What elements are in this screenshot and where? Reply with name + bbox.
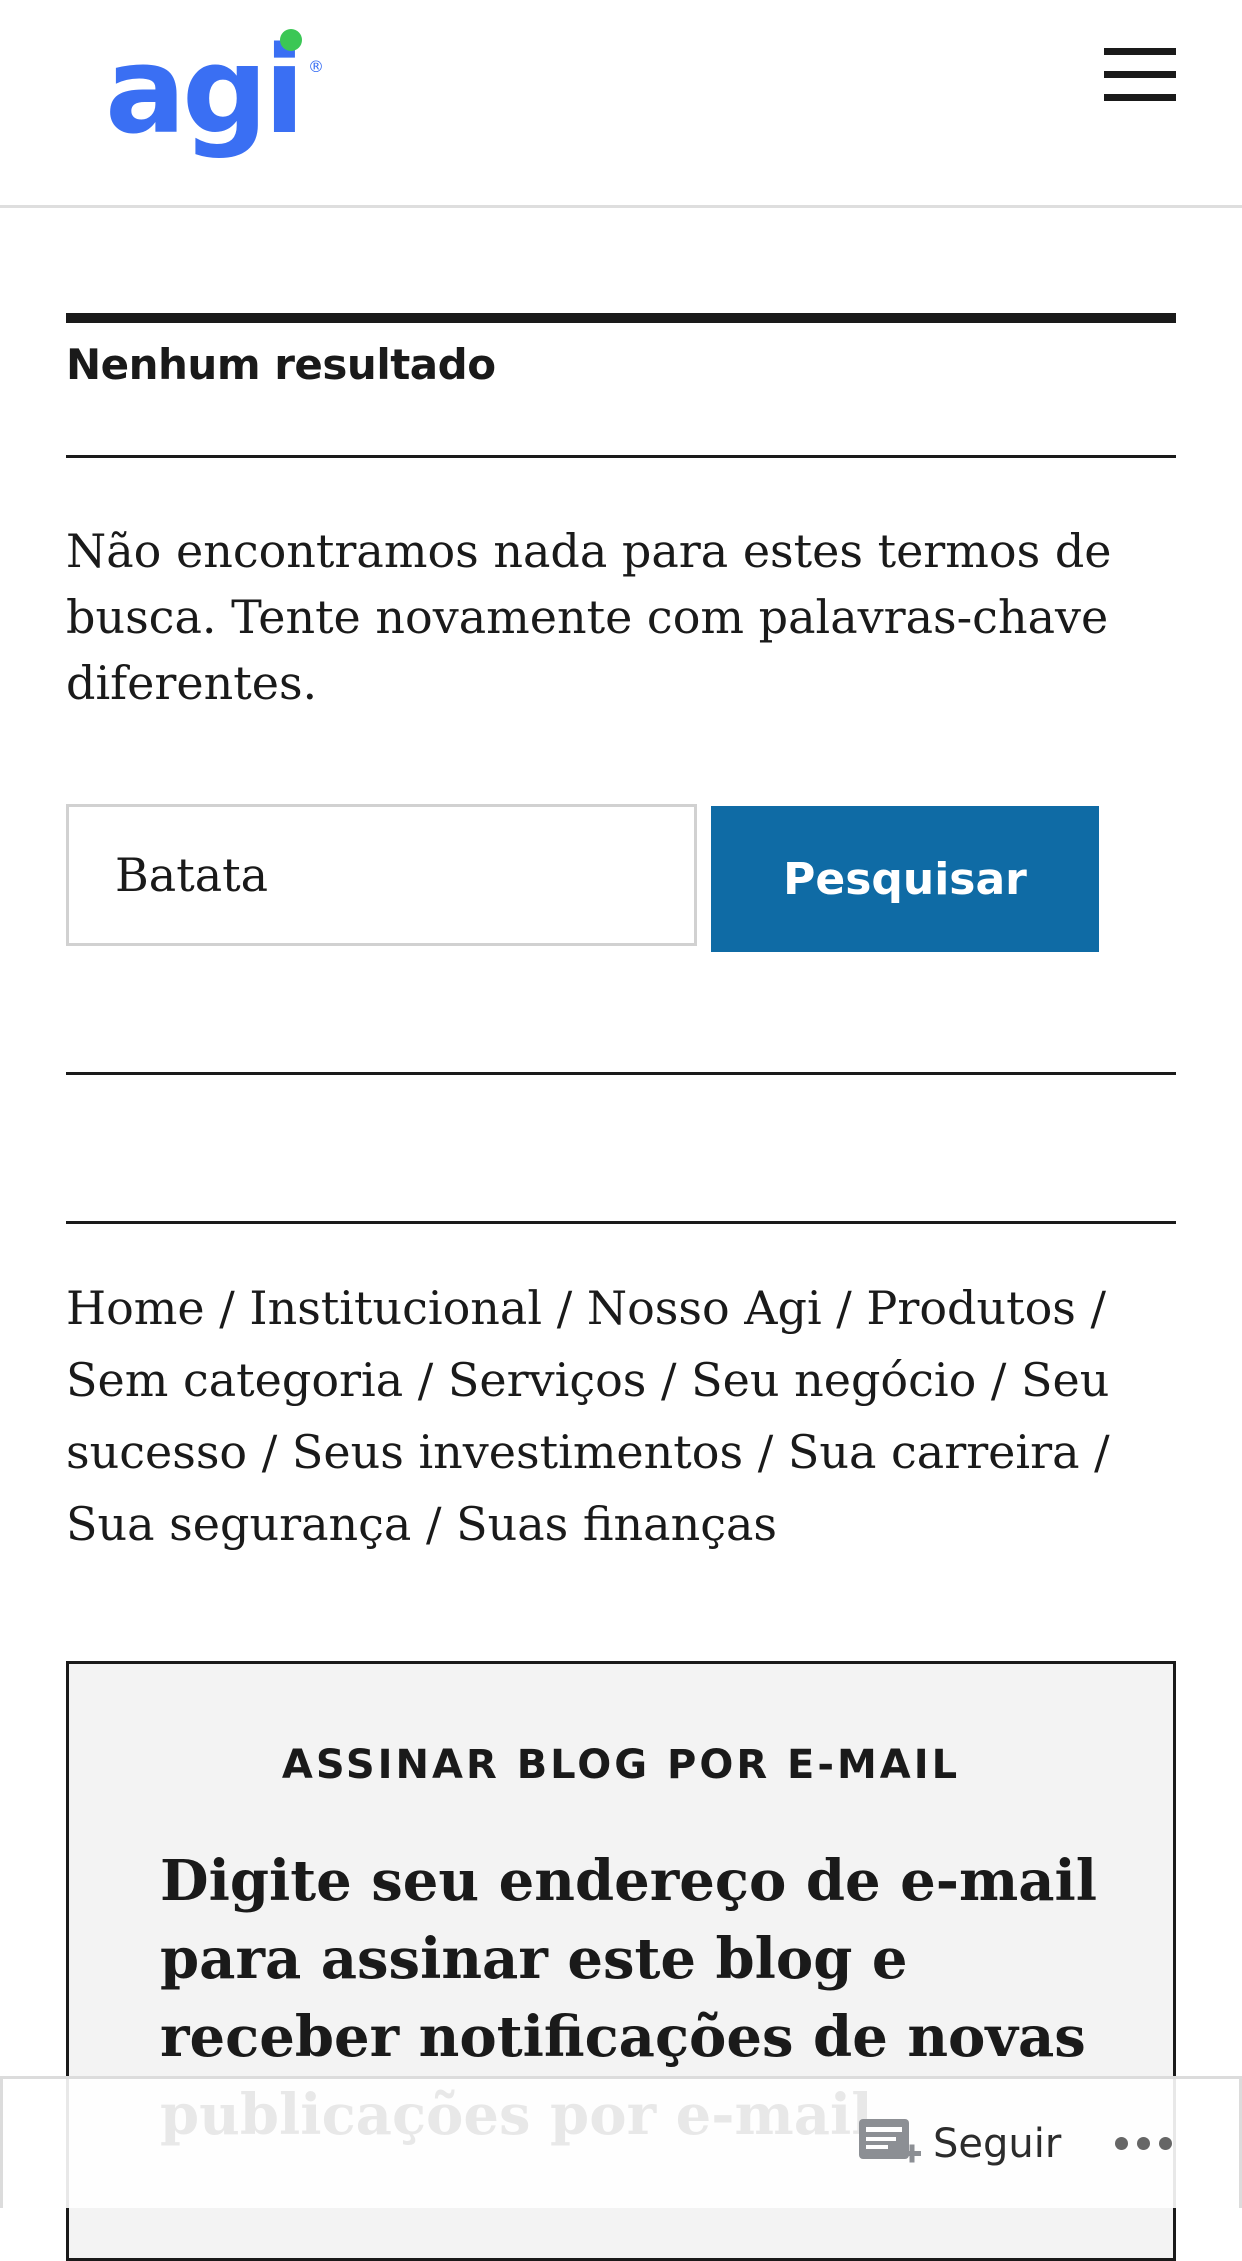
- category-link[interactable]: Produtos: [866, 1281, 1076, 1335]
- category-separator: /: [261, 1425, 278, 1479]
- category-separator: /: [1090, 1281, 1107, 1335]
- category-separator: /: [757, 1425, 774, 1479]
- follow-bar: Seguir: [0, 2076, 1242, 2208]
- no-results-message: Não encontramos nada para estes termos d…: [66, 524, 1112, 710]
- logo-dot: [280, 29, 302, 51]
- subscribe-title: ASSINAR BLOG POR E-MAIL: [281, 1742, 961, 1788]
- page-title: Nenhum resultado: [66, 340, 496, 389]
- category-link[interactable]: Seus investimentos: [292, 1425, 743, 1479]
- site-header: agi ®: [0, 0, 1242, 208]
- agi-logo[interactable]: agi ®: [105, 24, 335, 174]
- category-separator: /: [836, 1281, 852, 1335]
- follow-label: Seguir: [933, 2121, 1062, 2167]
- category-link[interactable]: Serviços: [448, 1353, 647, 1407]
- category-separator: /: [661, 1353, 677, 1407]
- category-link[interactable]: Sua carreira: [788, 1425, 1080, 1479]
- logo-registered-mark: ®: [308, 57, 324, 76]
- category-link[interactable]: Institucional: [249, 1281, 542, 1335]
- section-divider: [66, 1072, 1176, 1075]
- category-link[interactable]: Seu negócio: [691, 1353, 976, 1407]
- hamburger-menu-icon[interactable]: [1100, 44, 1178, 106]
- search-button[interactable]: Pesquisar: [711, 806, 1099, 952]
- category-separator: /: [219, 1281, 235, 1335]
- category-link[interactable]: Home: [66, 1281, 205, 1335]
- title-divider-thick: [66, 313, 1176, 323]
- category-link[interactable]: Sua segurança: [66, 1497, 411, 1551]
- search-input[interactable]: [66, 804, 697, 946]
- category-separator: /: [417, 1353, 434, 1407]
- category-link[interactable]: Sem categoria: [66, 1353, 403, 1407]
- more-horizontal-icon[interactable]: [1115, 2129, 1175, 2159]
- category-link[interactable]: Nosso Agi: [587, 1281, 822, 1335]
- category-list: Home / Institucional / Nosso Agi / Produ…: [66, 1272, 1196, 1560]
- reader-follow-icon: [859, 2119, 921, 2163]
- category-separator: /: [1094, 1425, 1110, 1479]
- logo-text: agi: [105, 24, 301, 161]
- category-separator: /: [556, 1281, 573, 1335]
- category-separator: /: [425, 1497, 442, 1551]
- title-divider: [66, 455, 1176, 458]
- section-divider: [66, 1221, 1176, 1224]
- category-link[interactable]: Suas finanças: [456, 1497, 777, 1551]
- category-separator: /: [990, 1353, 1007, 1407]
- follow-button[interactable]: Seguir: [853, 2109, 1063, 2179]
